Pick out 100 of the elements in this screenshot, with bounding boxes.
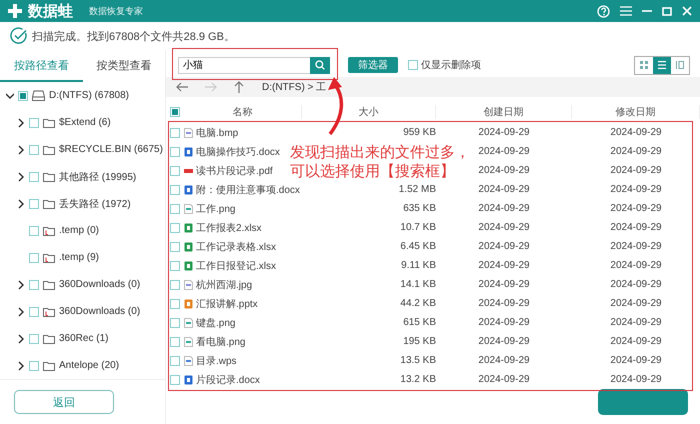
modified-date: 2024-09-29 xyxy=(610,374,662,385)
checkbox[interactable] xyxy=(170,374,180,384)
checkbox[interactable] xyxy=(170,260,180,270)
up-arrow-icon[interactable] xyxy=(232,80,245,94)
modified-date: 2024-09-29 xyxy=(610,184,662,195)
file-name[interactable]: 工作报表2.xlsx xyxy=(196,220,262,234)
folder-icon xyxy=(43,306,55,316)
checkbox[interactable] xyxy=(170,242,180,252)
action-button[interactable] xyxy=(598,389,688,415)
column-header[interactable]: 创建日期 xyxy=(484,107,524,118)
checkbox[interactable] xyxy=(18,90,28,100)
checkbox[interactable] xyxy=(29,172,39,182)
file-name[interactable]: 工作记录表格.xlsx xyxy=(196,240,276,254)
checkbox-label: 仅显示删除项 xyxy=(421,59,481,72)
checkbox[interactable] xyxy=(29,198,39,208)
folder-icon xyxy=(43,360,55,370)
checkbox[interactable] xyxy=(29,334,39,344)
checkbox[interactable] xyxy=(170,280,180,290)
checkbox[interactable] xyxy=(170,184,180,194)
tree-item[interactable]: 360Rec (1) xyxy=(59,333,108,344)
tree-item[interactable]: .temp (9) xyxy=(59,252,100,263)
image-file-icon xyxy=(184,280,193,290)
back-button[interactable]: 返回 xyxy=(14,390,114,414)
checkbox[interactable] xyxy=(170,204,180,214)
list-view-button[interactable] xyxy=(653,56,671,74)
tree-item[interactable]: .temp (0) xyxy=(59,225,100,236)
checkbox[interactable] xyxy=(170,128,180,138)
column-header[interactable]: 大小 xyxy=(358,107,378,118)
chevron-right-icon[interactable] xyxy=(17,280,25,290)
file-name[interactable]: 键盘.png xyxy=(196,316,236,330)
created-date: 2024-09-29 xyxy=(478,317,530,328)
checkbox[interactable] xyxy=(170,318,180,328)
checkbox[interactable] xyxy=(29,360,39,370)
checkbox[interactable] xyxy=(29,306,39,316)
column-header[interactable]: 修改日期 xyxy=(616,107,656,118)
tree-item[interactable]: $Extend (6) xyxy=(59,117,111,128)
checkbox[interactable] xyxy=(170,298,180,308)
checkbox[interactable] xyxy=(29,280,39,290)
menu-icon[interactable] xyxy=(620,6,632,16)
tree-item[interactable]: D:(NTFS) (67808) xyxy=(49,90,130,101)
chevron-right-icon[interactable] xyxy=(17,334,25,344)
view-tab[interactable]: 按类型查看 xyxy=(82,50,165,82)
minimize-icon[interactable] xyxy=(642,9,652,13)
file-name[interactable]: 杭州西湖.jpg xyxy=(196,278,252,292)
filter-button[interactable]: 筛选器 xyxy=(348,57,398,73)
chevron-right-icon[interactable] xyxy=(17,144,25,154)
chevron-down-icon[interactable] xyxy=(6,90,14,100)
help-icon[interactable] xyxy=(597,4,610,18)
checkbox[interactable] xyxy=(29,226,39,236)
tree-item[interactable]: 其他路径 (19995) xyxy=(59,170,136,184)
checkbox[interactable] xyxy=(170,336,180,346)
column-header[interactable]: 名称 xyxy=(232,107,252,118)
search-field[interactable]: 小猫 xyxy=(178,56,310,74)
tree-item[interactable]: 360Downloads (0) xyxy=(59,306,140,317)
tree-item[interactable]: Antelope (20) xyxy=(59,360,120,371)
file-name[interactable]: 读书片段记录.pdf xyxy=(196,164,273,178)
path-breadcrumb[interactable]: D:(NTFS) > 工 xyxy=(262,80,326,94)
modified-date: 2024-09-29 xyxy=(610,127,662,138)
tree-item[interactable]: 丢失路径 (1972) xyxy=(59,196,131,210)
file-name[interactable]: 汇报讲解.pptx xyxy=(196,296,258,310)
file-size: 195 KB xyxy=(403,336,436,347)
checkbox[interactable] xyxy=(408,60,418,70)
file-size: 6.45 KB xyxy=(400,241,436,252)
chevron-right-icon[interactable] xyxy=(17,172,25,182)
created-date: 2024-09-29 xyxy=(478,127,530,138)
checkbox[interactable] xyxy=(170,166,180,176)
file-name[interactable]: 目录.wps xyxy=(196,354,237,368)
chevron-right-icon[interactable] xyxy=(17,360,25,370)
chevron-right-icon[interactable] xyxy=(17,118,25,128)
file-name[interactable]: 电脑操作技巧.docx xyxy=(196,144,280,158)
checkbox[interactable] xyxy=(29,118,39,128)
close-icon[interactable] xyxy=(682,6,692,16)
file-name[interactable]: 看电脑.png xyxy=(196,334,246,348)
checkbox[interactable] xyxy=(170,107,180,117)
chevron-right-icon[interactable] xyxy=(17,198,25,208)
file-size: 14.1 KB xyxy=(400,279,436,290)
checkbox[interactable] xyxy=(170,222,180,232)
file-name[interactable]: 附：使用注意事项.docx xyxy=(196,182,300,196)
grid-icon xyxy=(640,61,648,69)
file-name[interactable]: 电脑.bmp xyxy=(196,126,238,140)
modified-date: 2024-09-29 xyxy=(610,241,662,252)
file-size: 959 KB xyxy=(403,127,436,138)
checkbox[interactable] xyxy=(170,356,180,366)
search-button[interactable] xyxy=(310,56,330,74)
checkbox[interactable] xyxy=(170,146,180,156)
modified-date: 2024-09-29 xyxy=(610,222,662,233)
tree-item[interactable]: 360Downloads (0) xyxy=(59,279,140,290)
checkbox[interactable] xyxy=(29,252,39,262)
checkbox[interactable] xyxy=(29,144,39,154)
plus-icon xyxy=(8,4,22,18)
view-tab[interactable]: 按路径查看 xyxy=(0,50,82,82)
file-name[interactable]: 工作日报登记.xlsx xyxy=(196,258,276,272)
tree-item[interactable]: $RECYCLE.BIN (6675) xyxy=(59,144,163,155)
search-icon xyxy=(315,60,325,70)
chevron-right-icon[interactable] xyxy=(17,306,25,316)
file-name[interactable]: 工作.png xyxy=(196,202,236,216)
created-date: 2024-09-29 xyxy=(478,298,530,309)
maximize-icon[interactable] xyxy=(662,6,672,16)
back-arrow-icon[interactable] xyxy=(176,80,189,94)
file-name[interactable]: 片段记录.docx xyxy=(196,372,260,386)
